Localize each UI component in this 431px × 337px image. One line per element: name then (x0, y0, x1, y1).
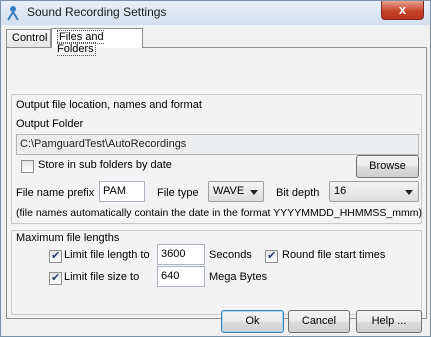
store-subfolders-label: Store in sub folders by date (38, 159, 172, 171)
client-area: Control Files and Folders Output file lo… (2, 25, 430, 336)
cancel-button[interactable]: Cancel (288, 310, 350, 333)
round-times-checkbox[interactable] (265, 249, 278, 263)
chevron-down-icon (405, 190, 413, 195)
length-group-title: Maximum file lengths (16, 232, 120, 244)
limit-size-label: Limit file size to (64, 271, 140, 283)
length-unit: Seconds (209, 249, 252, 261)
filetype-select[interactable]: WAVE (208, 181, 264, 202)
limit-size-checkbox[interactable] (49, 271, 62, 285)
store-subfolders-checkbox[interactable] (21, 160, 34, 173)
chevron-down-icon (250, 190, 258, 195)
prefix-label: File name prefix (16, 187, 95, 199)
ok-button[interactable]: Ok (221, 310, 284, 333)
window-title: Sound Recording Settings (27, 5, 167, 19)
limit-length-checkbox[interactable] (49, 249, 62, 263)
close-button[interactable]: x (381, 1, 424, 20)
tab-control[interactable]: Control (6, 29, 51, 47)
tab-files-and-folders[interactable]: Files and Folders (51, 28, 143, 56)
length-field[interactable]: 3600 (157, 244, 205, 265)
output-folder-field[interactable]: C:\PamguardTest\AutoRecordings (16, 134, 419, 155)
tab-panel: Output file location, names and format O… (6, 47, 427, 319)
filetype-value: WAVE (213, 185, 245, 197)
bitdepth-value: 16 (334, 185, 347, 197)
bitdepth-label: Bit depth (276, 187, 320, 199)
browse-button[interactable]: Browse (356, 155, 419, 178)
limit-length-label: Limit file length to (64, 249, 150, 261)
output-group-title: Output file location, names and format (16, 99, 202, 111)
pamguard-logo-icon (7, 6, 19, 21)
filetype-label: File type (157, 187, 199, 199)
help-button[interactable]: Help ... (356, 310, 422, 333)
bitdepth-select[interactable]: 16 (329, 181, 419, 202)
round-times-label: Round file start times (282, 249, 386, 261)
size-unit: Mega Bytes (209, 271, 268, 283)
tab-control-label: Control (12, 32, 48, 44)
filename-note: (file names automatically contain the da… (16, 207, 422, 219)
dialog-window: Sound Recording Settings x Control Files… (0, 0, 431, 337)
prefix-field[interactable]: PAM (99, 181, 145, 202)
title-bar[interactable]: Sound Recording Settings x (1, 1, 430, 25)
output-folder-label: Output Folder (16, 118, 84, 130)
size-field[interactable]: 640 (157, 266, 205, 287)
